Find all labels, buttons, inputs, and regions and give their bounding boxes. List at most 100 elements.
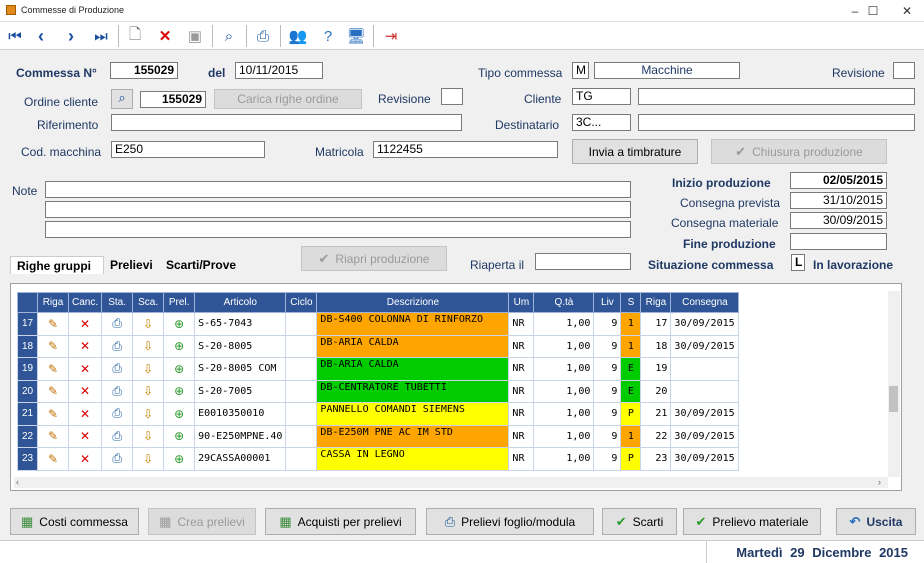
first-record-icon[interactable]: ⏮: [2, 24, 28, 48]
table-row[interactable]: 19 ✎ ✕ ⎙ ⇩ ⊕ S-20-8005 COM DB-ARIA CALDA NR 1,00 9…: [17, 357, 740, 381]
column-header[interactable]: Descrizione: [316, 292, 510, 313]
add-withdrawal-icon[interactable]: ⊕: [163, 334, 196, 358]
column-header[interactable]: Prel.: [163, 292, 196, 313]
scroll-thumb[interactable]: [889, 386, 898, 412]
column-header[interactable]: Articolo: [194, 292, 287, 313]
carica-righe-ordine-button[interactable]: Carica righe ordine: [214, 89, 362, 109]
scroll-left-icon[interactable]: ‹: [16, 477, 19, 487]
previous-record-icon[interactable]: ‹: [28, 24, 54, 48]
unload-icon[interactable]: ⇩: [132, 312, 165, 336]
column-header[interactable]: Liv: [593, 292, 622, 313]
ordine-cliente-field[interactable]: 155029: [140, 91, 206, 108]
unload-icon[interactable]: ⇩: [132, 357, 165, 381]
last-record-icon[interactable]: ⏭: [88, 24, 114, 48]
table-row[interactable]: 23 ✎ ✕ ⎙ ⇩ ⊕ 29CASSA00001 CASSA IN LEGNO NR 1,00 9…: [17, 447, 740, 471]
add-withdrawal-icon[interactable]: ⊕: [163, 447, 196, 471]
column-header[interactable]: Sca.: [132, 292, 165, 313]
print-row-icon[interactable]: ⎙: [101, 357, 134, 381]
save-icon[interactable]: ▣: [182, 24, 208, 48]
matricola-field[interactable]: 1122455: [373, 141, 558, 158]
edit-icon[interactable]: ✎: [37, 312, 69, 336]
print-row-icon[interactable]: ⎙: [101, 312, 134, 336]
prelievi-foglio-modula-button[interactable]: ⎙ Prelievi foglio/modula: [426, 508, 594, 535]
new-document-icon[interactable]: 🗋: [122, 24, 148, 48]
column-header[interactable]: Riga: [37, 292, 69, 313]
users-icon[interactable]: 👥: [285, 24, 311, 48]
print-row-icon[interactable]: ⎙: [101, 379, 134, 403]
vertical-scrollbar[interactable]: [888, 291, 900, 477]
maximize-button[interactable]: ☐: [855, 2, 891, 20]
delete-row-icon[interactable]: ✕: [67, 424, 103, 448]
monitor-icon[interactable]: 🖥: [343, 24, 369, 48]
chiusura-produzione-button[interactable]: ✔ Chiusura produzione: [711, 139, 887, 164]
consegna-prevista-field[interactable]: 31/10/2015: [790, 192, 887, 209]
note-line-1[interactable]: [45, 181, 631, 198]
tab-scarti-prove[interactable]: Scarti/Prove: [160, 256, 250, 274]
column-header[interactable]: Sta.: [101, 292, 134, 313]
costi-commessa-button[interactable]: ▦ Costi commessa: [10, 508, 139, 535]
tab-righe-gruppi[interactable]: Righe gruppi: [10, 256, 104, 274]
next-record-icon[interactable]: ›: [58, 24, 84, 48]
crea-prelievi-button[interactable]: ▦ Crea prelievi: [148, 508, 256, 535]
revisione-ordine-field[interactable]: [441, 88, 463, 105]
add-withdrawal-icon[interactable]: ⊕: [163, 357, 196, 381]
print-row-icon[interactable]: ⎙: [101, 447, 134, 471]
riapri-produzione-button[interactable]: ✔ Riapri produzione: [301, 246, 447, 271]
invia-timbrature-button[interactable]: Invia a timbrature: [572, 139, 698, 164]
table-row[interactable]: 17 ✎ ✕ ⎙ ⇩ ⊕ S-65-7043 DB-S400 COLONNA DI RINFO…: [17, 312, 740, 336]
search-icon[interactable]: ⌕: [216, 24, 242, 48]
revisione-field[interactable]: [893, 62, 915, 79]
close-button[interactable]: ✕: [889, 2, 924, 20]
edit-icon[interactable]: ✎: [37, 334, 69, 358]
delete-row-icon[interactable]: ✕: [67, 312, 103, 336]
print-icon[interactable]: ⎙: [250, 24, 276, 48]
column-header[interactable]: Q.tà: [533, 292, 595, 313]
fine-produzione-field[interactable]: [790, 233, 887, 250]
column-header[interactable]: S: [620, 292, 642, 313]
riaperta-il-field[interactable]: [535, 253, 631, 270]
table-row[interactable]: 20 ✎ ✕ ⎙ ⇩ ⊕ S-20-7005 DB-CENTRATORE TUBETTI NR 1…: [17, 379, 740, 403]
print-row-icon[interactable]: ⎙: [101, 424, 134, 448]
add-withdrawal-icon[interactable]: ⊕: [163, 379, 196, 403]
edit-icon[interactable]: ✎: [37, 402, 69, 426]
horizontal-scrollbar[interactable]: ‹ ›: [14, 477, 888, 488]
delete-row-icon[interactable]: ✕: [67, 379, 103, 403]
delete-icon[interactable]: ✕: [152, 24, 178, 48]
tab-prelievi[interactable]: Prelievi: [104, 256, 160, 274]
scroll-right-icon[interactable]: ›: [878, 477, 881, 487]
tipo-commessa-code-field[interactable]: M: [572, 62, 589, 79]
scarti-button[interactable]: ✔ Scarti: [602, 508, 677, 535]
print-row-icon[interactable]: ⎙: [101, 402, 134, 426]
column-header[interactable]: Riga: [640, 292, 672, 313]
unload-icon[interactable]: ⇩: [132, 447, 165, 471]
table-row[interactable]: 22 ✎ ✕ ⎙ ⇩ ⊕ 90-E250MPNE.40 DB-E250M PNE AC IM …: [17, 424, 740, 448]
unload-icon[interactable]: ⇩: [132, 424, 165, 448]
add-withdrawal-icon[interactable]: ⊕: [163, 312, 196, 336]
uscita-button[interactable]: ↶ Uscita: [836, 508, 916, 535]
add-withdrawal-icon[interactable]: ⊕: [163, 424, 196, 448]
riferimento-field[interactable]: [111, 114, 462, 131]
consegna-materiale-field[interactable]: 30/09/2015: [790, 212, 887, 229]
edit-icon[interactable]: ✎: [37, 424, 69, 448]
prelievo-materiale-button[interactable]: ✔ Prelievo materiale: [683, 508, 821, 535]
unload-icon[interactable]: ⇩: [132, 334, 165, 358]
column-header[interactable]: Canc.: [67, 292, 103, 313]
cliente-code-field[interactable]: TG: [572, 88, 631, 105]
delete-row-icon[interactable]: ✕: [67, 357, 103, 381]
help-icon[interactable]: ?: [315, 24, 341, 48]
column-header[interactable]: Consegna: [670, 292, 740, 313]
edit-icon[interactable]: ✎: [37, 447, 69, 471]
unload-icon[interactable]: ⇩: [132, 402, 165, 426]
situazione-code-field[interactable]: L: [791, 254, 805, 271]
inizio-produzione-field[interactable]: 02/05/2015: [790, 172, 887, 189]
date-field[interactable]: 10/11/2015: [235, 62, 323, 79]
delete-row-icon[interactable]: ✕: [67, 402, 103, 426]
acquisti-per-prelievi-button[interactable]: ▦ Acquisti per prelievi: [265, 508, 416, 535]
commessa-number-field[interactable]: 155029: [110, 62, 178, 79]
column-header[interactable]: Um: [508, 292, 535, 313]
unload-icon[interactable]: ⇩: [132, 379, 165, 403]
table-row[interactable]: 21 ✎ ✕ ⎙ ⇩ ⊕ E0010350010 PANNELLO COMANDI SIEME…: [17, 402, 740, 426]
table-row[interactable]: 18 ✎ ✕ ⎙ ⇩ ⊕ S-20-8005 DB-ARIA CALDA NR 1,00 9 1 18 3…: [17, 334, 740, 358]
search-order-icon[interactable]: ⌕: [111, 89, 133, 109]
edit-icon[interactable]: ✎: [37, 379, 69, 403]
